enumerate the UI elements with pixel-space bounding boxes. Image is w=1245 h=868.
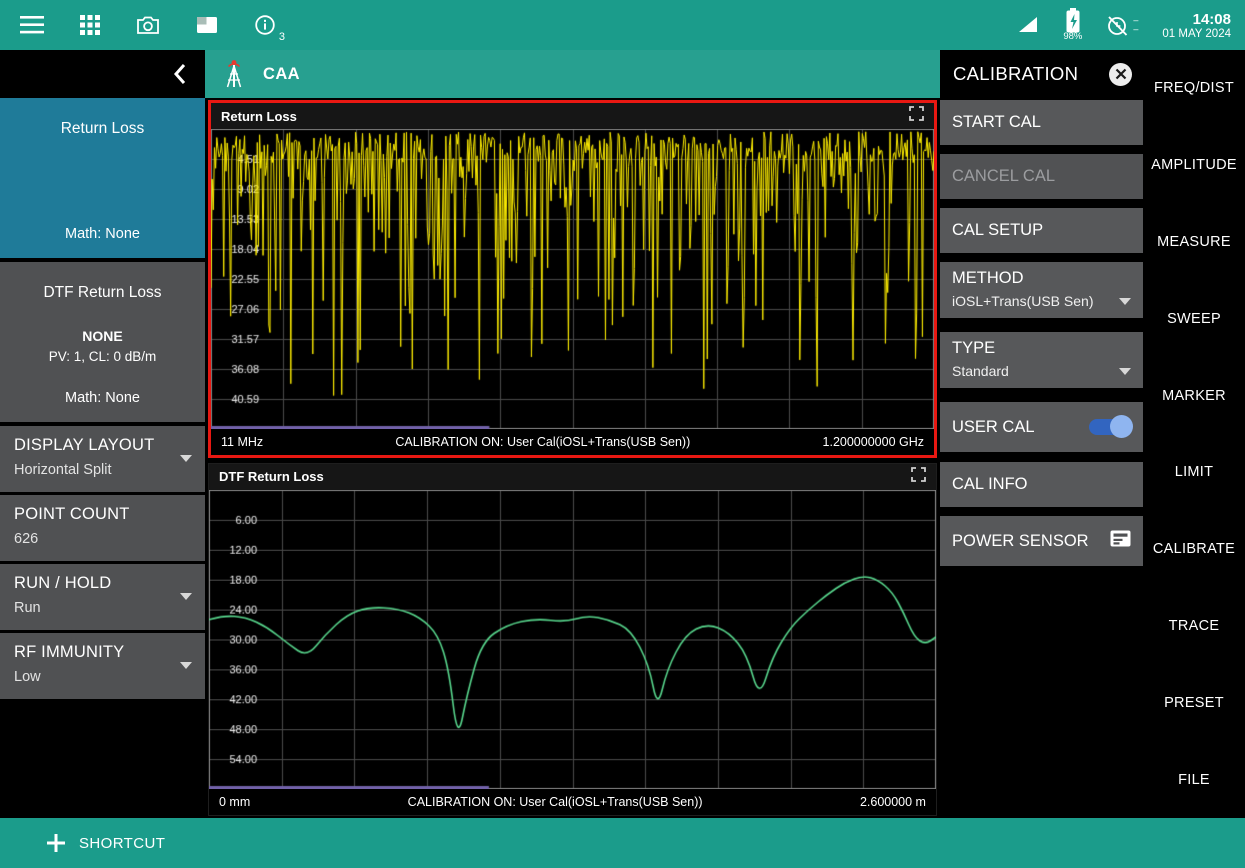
clock-date: 01 MAY 2024 bbox=[1162, 28, 1231, 40]
trace-box-return-loss[interactable]: Return Loss Math: None bbox=[0, 98, 205, 258]
trace-title: Return Loss bbox=[8, 120, 197, 138]
shortcut-label: SHORTCUT bbox=[79, 835, 165, 852]
start-cal-button[interactable]: START CAL bbox=[940, 100, 1143, 145]
app-title: CAA bbox=[263, 65, 300, 84]
menu-item-preset[interactable]: PRESET bbox=[1164, 695, 1224, 711]
camera-icon[interactable] bbox=[136, 15, 160, 35]
add-shortcut-button[interactable]: SHORTCUT bbox=[46, 833, 165, 853]
trace-title: DTF Return Loss bbox=[8, 284, 197, 302]
chart-title: DTF Return Loss bbox=[219, 469, 324, 484]
calibration-status: CALIBRATION ON: User Cal(iOSL+Trans(USB … bbox=[408, 795, 703, 809]
chart-return-loss[interactable]: Return Loss 11 MHz CALIBRATION ON: User … bbox=[208, 100, 937, 458]
dtf-return-loss-plot[interactable] bbox=[209, 490, 936, 790]
chart-area: Return Loss 11 MHz CALIBRATION ON: User … bbox=[205, 98, 940, 818]
point-count-field[interactable]: POINT COUNT 626 bbox=[0, 495, 205, 561]
menu-item-measure[interactable]: MEASURE bbox=[1157, 234, 1231, 250]
power-sensor-icon bbox=[1110, 530, 1131, 552]
close-icon[interactable] bbox=[1109, 63, 1132, 86]
chart-title-bar: DTF Return Loss bbox=[209, 464, 936, 490]
caa-antenna-icon bbox=[219, 58, 249, 90]
chevron-down-icon bbox=[180, 662, 192, 669]
app-header: CAA bbox=[205, 50, 940, 98]
fullscreen-icon[interactable] bbox=[911, 467, 926, 487]
chevron-down-icon bbox=[180, 593, 192, 600]
user-cal-toggle-row[interactable]: USER CAL bbox=[940, 402, 1143, 452]
menu-item-amplitude[interactable]: AMPLITUDE bbox=[1151, 157, 1237, 173]
cancel-cal-button[interactable]: CANCEL CAL bbox=[940, 154, 1143, 199]
plus-icon bbox=[46, 833, 66, 853]
type-dropdown[interactable]: TYPE Standard bbox=[940, 332, 1143, 388]
menu-icon[interactable] bbox=[20, 16, 44, 34]
chevron-down-icon bbox=[180, 455, 192, 462]
rf-immunity-dropdown[interactable]: RF IMMUNITY Low bbox=[0, 633, 205, 699]
calibration-panel-header: CALIBRATION bbox=[940, 50, 1143, 98]
menu-item-freq-dist[interactable]: FREQ/DIST bbox=[1154, 80, 1234, 96]
clock: 14:08 01 MAY 2024 bbox=[1162, 11, 1231, 40]
x-start-label: 11 MHz bbox=[221, 435, 263, 449]
menu-item-sweep[interactable]: SWEEP bbox=[1167, 311, 1221, 327]
chart-title: Return Loss bbox=[221, 109, 297, 124]
chart-title-bar: Return Loss bbox=[211, 103, 934, 129]
menu-item-limit[interactable]: LIMIT bbox=[1175, 464, 1214, 480]
chevron-down-icon bbox=[1119, 298, 1131, 305]
info-count-badge: 3 bbox=[279, 31, 285, 43]
x-stop-label: 2.600000 m bbox=[860, 795, 926, 809]
clock-time: 14:08 bbox=[1162, 11, 1231, 28]
info-icon[interactable]: 3 bbox=[254, 14, 276, 36]
panel-title: CALIBRATION bbox=[953, 63, 1078, 85]
fullscreen-icon[interactable] bbox=[909, 106, 924, 126]
method-dropdown[interactable]: METHOD iOSL+Trans(USB Sen) bbox=[940, 262, 1143, 318]
chart-dtf-return-loss[interactable]: DTF Return Loss 0 mm CALIBRATION ON: Use… bbox=[208, 463, 937, 817]
menu-item-marker[interactable]: MARKER bbox=[1162, 388, 1226, 404]
battery-percent: 98% bbox=[1063, 31, 1082, 42]
battery-indicator: 98% bbox=[1063, 8, 1082, 42]
calibration-panel: CALIBRATION START CAL CANCEL CAL CAL SET… bbox=[940, 50, 1143, 818]
trace-math: Math: None bbox=[8, 390, 197, 406]
alarm-off-icon bbox=[1106, 14, 1130, 36]
display-layout-dropdown[interactable]: DISPLAY LAYOUT Horizontal Split bbox=[0, 426, 205, 492]
chevron-left-icon bbox=[173, 63, 187, 85]
menu-item-trace[interactable]: TRACE bbox=[1169, 618, 1220, 634]
run-hold-dropdown[interactable]: RUN / HOLD Run bbox=[0, 564, 205, 630]
apps-grid-icon[interactable] bbox=[80, 15, 100, 35]
chevron-down-icon bbox=[1119, 368, 1131, 375]
left-sidebar: Return Loss Math: None DTF Return Loss N… bbox=[0, 50, 205, 818]
alarm-dash-bottom: – bbox=[1133, 25, 1138, 34]
alarm-indicator[interactable]: – – bbox=[1106, 14, 1138, 36]
trace-math: Math: None bbox=[8, 226, 197, 242]
trace-box-dtf-return-loss[interactable]: DTF Return Loss NONE PV: 1, CL: 0 dB/m M… bbox=[0, 262, 205, 422]
calibration-status: CALIBRATION ON: User Cal(iOSL+Trans(USB … bbox=[395, 435, 690, 449]
right-menu: FREQ/DIST AMPLITUDE MEASURE SWEEP MARKER… bbox=[1143, 50, 1245, 818]
cal-setup-button[interactable]: CAL SETUP bbox=[940, 208, 1143, 253]
power-sensor-button[interactable]: POWER SENSOR bbox=[940, 516, 1143, 566]
return-loss-plot[interactable] bbox=[211, 129, 934, 429]
cal-info-button[interactable]: CAL INFO bbox=[940, 462, 1143, 507]
screenshot-icon[interactable] bbox=[196, 16, 218, 34]
bottom-bar: SHORTCUT bbox=[0, 818, 1245, 868]
x-stop-label: 1.200000000 GHz bbox=[823, 435, 924, 449]
sidebar-collapse-button[interactable] bbox=[0, 50, 205, 98]
x-start-label: 0 mm bbox=[219, 795, 250, 809]
wifi-off-icon[interactable] bbox=[1017, 16, 1039, 34]
trace-settings-summary: NONE PV: 1, CL: 0 dB/m bbox=[8, 328, 197, 364]
top-status-bar: 3 98% – – 14:08 01 MAY 2024 bbox=[0, 0, 1245, 50]
menu-item-calibrate[interactable]: CALIBRATE bbox=[1153, 541, 1235, 557]
chart-status-bar: 11 MHz CALIBRATION ON: User Cal(iOSL+Tra… bbox=[211, 429, 934, 455]
chart-status-bar: 0 mm CALIBRATION ON: User Cal(iOSL+Trans… bbox=[209, 789, 936, 815]
toggle-switch[interactable] bbox=[1089, 419, 1131, 435]
main-content: CAA Return Loss 11 MHz CALIBRATION ON: U… bbox=[205, 50, 940, 818]
menu-item-file[interactable]: FILE bbox=[1178, 772, 1210, 788]
